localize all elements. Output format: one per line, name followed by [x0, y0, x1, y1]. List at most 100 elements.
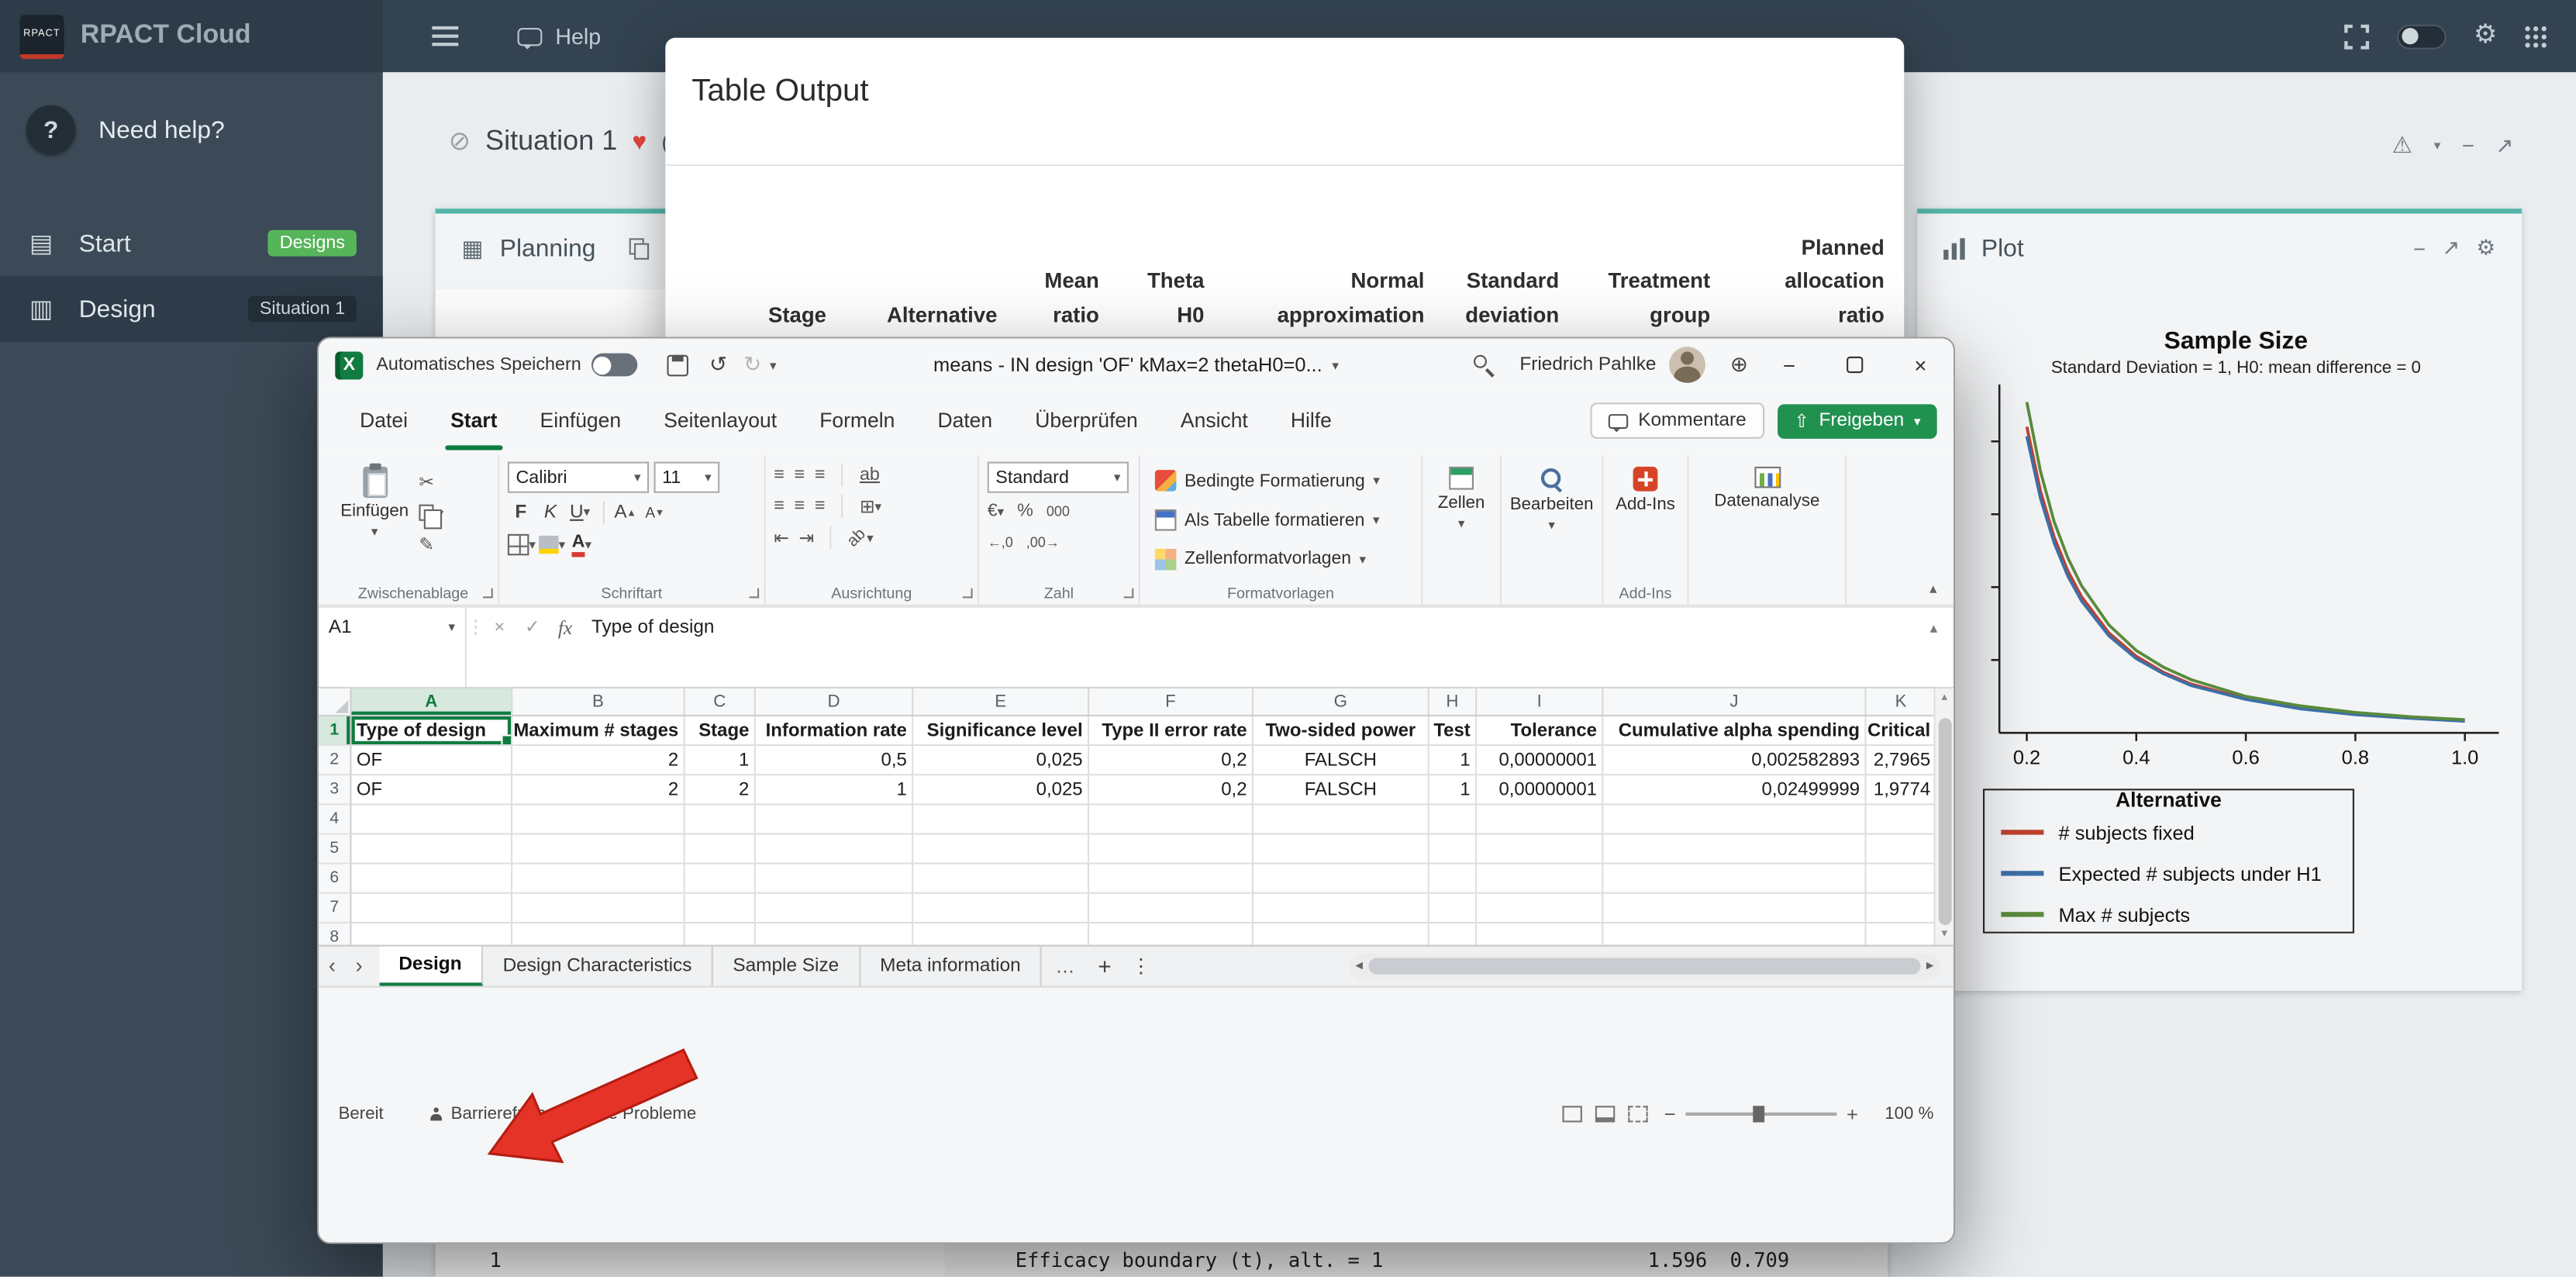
- cell-B1[interactable]: Maximum # stages: [512, 716, 685, 746]
- cell-C5[interactable]: [685, 835, 756, 865]
- plot-expand-icon[interactable]: ↗: [2442, 235, 2460, 261]
- sheet-tab-design-characteristics[interactable]: Design Characteristics: [483, 946, 713, 985]
- cell-E7[interactable]: [913, 894, 1089, 923]
- bold-button[interactable]: F: [508, 498, 534, 526]
- cell-F7[interactable]: [1089, 894, 1254, 923]
- vertical-scrollbar[interactable]: ▴ ▾: [1933, 689, 1953, 944]
- cell-I8[interactable]: [1477, 923, 1603, 944]
- format-as-table-button[interactable]: Als Tabelle formatieren ▾: [1148, 501, 1412, 540]
- cells-button[interactable]: Zellen ▾: [1431, 462, 1491, 531]
- undo-icon[interactable]: ↺: [709, 352, 727, 378]
- cell-C3[interactable]: 2: [685, 775, 756, 805]
- cell-J5[interactable]: [1603, 835, 1866, 865]
- ribbon-tab-datei[interactable]: Datei: [339, 391, 429, 450]
- need-help-button[interactable]: ? Need help?: [0, 72, 383, 187]
- cell-G4[interactable]: [1254, 805, 1429, 834]
- scroll-down-icon[interactable]: ▾: [1941, 924, 1947, 944]
- expand-icon[interactable]: ↗: [2495, 133, 2513, 159]
- cell-J6[interactable]: [1603, 865, 1866, 894]
- cell-A3[interactable]: OF: [352, 775, 513, 805]
- cell-B7[interactable]: [512, 894, 685, 923]
- cell-G7[interactable]: [1254, 894, 1429, 923]
- cell-C1[interactable]: Stage: [685, 716, 756, 746]
- ribbon-tab-hilfe[interactable]: Hilfe: [1269, 391, 1353, 450]
- cell-H8[interactable]: [1429, 923, 1477, 944]
- favorite-heart-icon[interactable]: ♥: [632, 127, 647, 155]
- dialog-launcher-icon[interactable]: [483, 588, 493, 599]
- theme-toggle[interactable]: [2396, 24, 2446, 49]
- cell-A2[interactable]: OF: [352, 746, 513, 775]
- sheet-tab-design[interactable]: Design: [379, 946, 483, 985]
- accounting-format-button[interactable]: €▾: [988, 498, 1004, 524]
- dialog-launcher-icon[interactable]: [749, 588, 759, 599]
- column-header-E[interactable]: E: [913, 689, 1089, 715]
- cell-H3[interactable]: 1: [1429, 775, 1477, 805]
- wrap-text-button[interactable]: ab: [860, 462, 880, 488]
- grow-font-button[interactable]: A▴: [611, 498, 637, 526]
- percent-button[interactable]: %: [1017, 498, 1033, 524]
- cell-D3[interactable]: 1: [756, 775, 913, 805]
- apps-grid-icon[interactable]: [2525, 26, 2547, 47]
- share-button[interactable]: ⇧ Freigeben ▾: [1778, 403, 1937, 438]
- column-header-C[interactable]: C: [685, 689, 756, 715]
- ribbon-tab-formeln[interactable]: Formeln: [798, 391, 916, 450]
- scroll-up-icon[interactable]: ▴: [1941, 689, 1947, 708]
- cell-I4[interactable]: [1477, 805, 1603, 834]
- column-header-I[interactable]: I: [1477, 689, 1603, 715]
- plot-settings-icon[interactable]: ⚙: [2477, 235, 2496, 261]
- document-title[interactable]: means - IN design 'OF' kMax=2 thetaH0=0.…: [933, 339, 1339, 392]
- cell-B3[interactable]: 2: [512, 775, 685, 805]
- cell-K7[interactable]: [1867, 894, 1937, 923]
- scroll-right-icon[interactable]: ▸: [1926, 956, 1934, 974]
- window-maximize-button[interactable]: [1822, 339, 1888, 392]
- cell-C7[interactable]: [685, 894, 756, 923]
- cell-E3[interactable]: 0,025: [913, 775, 1089, 805]
- cell-B4[interactable]: [512, 805, 685, 834]
- ribbon-tab-einfügen[interactable]: Einfügen: [519, 391, 643, 450]
- cell-K4[interactable]: [1867, 805, 1937, 834]
- editing-button[interactable]: Bearbeiten ▾: [1510, 462, 1594, 533]
- row-header-1[interactable]: 1: [319, 716, 351, 746]
- row-header-3[interactable]: 3: [319, 775, 351, 805]
- cell-B6[interactable]: [512, 865, 685, 894]
- cell-H6[interactable]: [1429, 865, 1477, 894]
- search-icon[interactable]: [1464, 339, 1506, 392]
- cell-H1[interactable]: Test: [1429, 716, 1477, 746]
- cell-F3[interactable]: 0,2: [1089, 775, 1254, 805]
- column-header-G[interactable]: G: [1254, 689, 1429, 715]
- scrollbar-thumb[interactable]: [1367, 957, 1921, 973]
- ribbon-tab-start[interactable]: Start: [429, 391, 519, 450]
- horizontal-scrollbar[interactable]: ◂ ▸: [1349, 952, 1940, 978]
- autosave-toggle[interactable]: [591, 354, 636, 377]
- number-format-select[interactable]: Standard▾: [988, 462, 1129, 493]
- scroll-left-icon[interactable]: ◂: [1355, 956, 1363, 974]
- formula-input[interactable]: Type of design: [581, 608, 1914, 647]
- cell-F4[interactable]: [1089, 805, 1254, 834]
- cell-F5[interactable]: [1089, 835, 1254, 865]
- add-sheet-button[interactable]: +: [1098, 952, 1111, 978]
- plot-minimize-icon[interactable]: −: [2413, 236, 2426, 261]
- cell-I1[interactable]: Tolerance: [1477, 716, 1603, 746]
- network-icon[interactable]: ⊕: [1730, 352, 1748, 378]
- cell-D2[interactable]: 0,5: [756, 746, 913, 775]
- thousands-separator-button[interactable]: 000: [1047, 498, 1070, 524]
- warnings-icon[interactable]: ⚠: [2392, 132, 2413, 160]
- sheet-prev-icon[interactable]: ‹: [329, 953, 336, 978]
- cell-A4[interactable]: [352, 805, 513, 834]
- cell-D4[interactable]: [756, 805, 913, 834]
- quick-access-caret[interactable]: ▾: [770, 357, 777, 372]
- sheet-tab-meta-information[interactable]: Meta information: [860, 946, 1043, 985]
- formula-bar-collapse-icon[interactable]: ▴: [1914, 608, 1954, 647]
- cell-K2[interactable]: 2,7965: [1867, 746, 1937, 775]
- cell-F6[interactable]: [1089, 865, 1254, 894]
- cell-H4[interactable]: [1429, 805, 1477, 834]
- cell-E5[interactable]: [913, 835, 1089, 865]
- fill-color-button[interactable]: ▾: [539, 531, 565, 559]
- menu-icon[interactable]: [432, 26, 458, 46]
- cell-G5[interactable]: [1254, 835, 1429, 865]
- orientation-button[interactable]: ab▾: [848, 524, 873, 550]
- window-close-button[interactable]: ×: [1888, 339, 1954, 392]
- cell-A6[interactable]: [352, 865, 513, 894]
- scrollbar-thumb[interactable]: [1938, 718, 1951, 924]
- sheet-overflow-icon[interactable]: …: [1055, 954, 1074, 977]
